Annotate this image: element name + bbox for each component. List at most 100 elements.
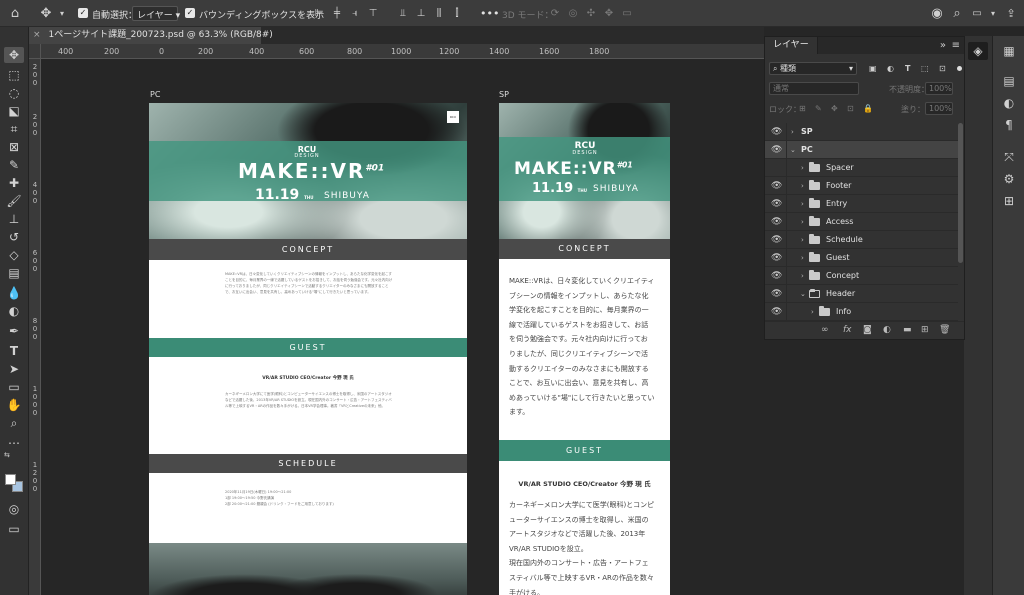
filter-toggle[interactable]: [957, 66, 962, 71]
chevron-right-icon[interactable]: ›: [801, 231, 804, 249]
lock-artboard-icon[interactable]: ⊡: [847, 104, 854, 113]
swatches-panel-icon[interactable]: ⊞: [999, 192, 1019, 210]
path-selection-tool-icon[interactable]: ➤: [4, 361, 24, 377]
new-layer-icon[interactable]: ⊞: [921, 325, 929, 335]
chevron-right-icon[interactable]: ›: [791, 123, 794, 141]
align-right-icon[interactable]: ⫣: [348, 0, 362, 27]
auto-select-target-dropdown[interactable]: レイヤー ▾: [132, 6, 180, 21]
visibility-eye-icon[interactable]: 👁: [771, 213, 782, 231]
adjustments-panel-icon[interactable]: ◐: [999, 94, 1019, 112]
trash-icon[interactable]: 🗑: [939, 325, 950, 335]
layer-row-sp[interactable]: 👁 › SP: [765, 123, 958, 141]
visibility-eye-icon[interactable]: 👁: [771, 195, 782, 213]
history-brush-tool-icon[interactable]: ↺: [4, 229, 24, 245]
chevron-down-icon[interactable]: ⌄: [790, 141, 796, 159]
lock-pixels-icon[interactable]: ✎: [815, 104, 822, 113]
foreground-color-swatch[interactable]: [5, 474, 16, 485]
fill-input[interactable]: 100%: [925, 102, 953, 115]
move-tool-icon[interactable]: ✥: [38, 0, 54, 27]
more-options-button[interactable]: •••: [480, 7, 499, 20]
libraries-panel-icon[interactable]: ▤: [999, 72, 1019, 90]
layer-filter-dropdown[interactable]: ⌕ 種類 ▾: [769, 62, 857, 75]
chevron-right-icon[interactable]: ›: [801, 195, 804, 213]
type-tool-icon[interactable]: T: [4, 343, 24, 359]
layer-row-access[interactable]: 👁 › Access: [765, 213, 958, 231]
visibility-eye-icon[interactable]: 👁: [771, 285, 782, 303]
tool-preset-chevron-icon[interactable]: ▾: [57, 0, 67, 27]
edit-toolbar-icon[interactable]: ⋯: [4, 435, 24, 451]
lock-transparency-icon[interactable]: ⊞: [799, 104, 806, 113]
layer-row-info[interactable]: 👁 › Info: [765, 303, 958, 321]
distribute-icon[interactable]: ⫼: [432, 0, 446, 27]
filter-shape-icon[interactable]: ⬚: [921, 64, 929, 73]
artboard-label-sp[interactable]: SP: [499, 90, 509, 99]
layer-row-pc[interactable]: 👁 ⌄ PC: [765, 141, 958, 159]
link-icon[interactable]: ∞: [821, 325, 829, 335]
share-icon[interactable]: ⇪: [1004, 0, 1018, 27]
horizontal-ruler[interactable]: 400 200 0 200 400 600 800 1000 1200 1400…: [41, 44, 764, 59]
healing-brush-tool-icon[interactable]: ✚: [4, 175, 24, 191]
align-hcenter-icon[interactable]: ╪: [330, 0, 344, 27]
ruler-origin[interactable]: [29, 44, 41, 59]
blend-mode-dropdown[interactable]: 通常: [769, 82, 859, 95]
frame-tool-icon[interactable]: ⊠: [4, 139, 24, 155]
canvas[interactable]: PC SP RCU DESIGN MAKE::VR#01 11.19 THU SH…: [41, 60, 764, 595]
zoom-tool-icon[interactable]: ⌕: [4, 415, 24, 431]
pen-tool-icon[interactable]: ✒: [4, 323, 24, 339]
screen-mode-icon[interactable]: ▭: [4, 521, 24, 537]
clone-stamp-tool-icon[interactable]: ⊥: [4, 211, 24, 227]
chevron-down-icon[interactable]: ⌄: [800, 285, 806, 303]
account-icon[interactable]: ◉: [930, 0, 944, 27]
eraser-tool-icon[interactable]: ◇: [4, 247, 24, 263]
adjustment-icon[interactable]: ◐: [883, 325, 891, 335]
layer-row-guest[interactable]: 👁 › Guest: [765, 249, 958, 267]
dodge-tool-icon[interactable]: ◐: [4, 303, 24, 319]
artboard-label-pc[interactable]: PC: [150, 90, 160, 99]
layer-row-entry[interactable]: 👁 › Entry: [765, 195, 958, 213]
filter-adjustment-icon[interactable]: ◐: [887, 64, 894, 73]
rectangle-tool-icon[interactable]: ▭: [4, 379, 24, 395]
marquee-tool-icon[interactable]: ⬚: [4, 67, 24, 83]
visibility-eye-icon[interactable]: 👁: [771, 123, 782, 141]
gradient-tool-icon[interactable]: ▤: [4, 265, 24, 281]
quick-mask-icon[interactable]: ◎: [4, 501, 24, 517]
opacity-input[interactable]: 100%: [925, 82, 953, 95]
object-select-tool-icon[interactable]: ⬕: [4, 103, 24, 119]
eyedropper-tool-icon[interactable]: ✎: [4, 157, 24, 173]
search-icon[interactable]: ⌕: [950, 0, 964, 27]
group-icon[interactable]: ▬: [903, 325, 912, 335]
history-panel-icon[interactable]: ⚙: [999, 170, 1019, 188]
visibility-eye-icon[interactable]: 👁: [771, 141, 782, 159]
lock-all-icon[interactable]: 🔒: [863, 104, 873, 113]
chevron-right-icon[interactable]: ›: [811, 303, 814, 321]
layer-row-footer[interactable]: 👁 › Footer: [765, 177, 958, 195]
lasso-tool-icon[interactable]: ◌: [4, 85, 24, 101]
visibility-eye-icon[interactable]: 👁: [771, 303, 782, 321]
filter-pixel-icon[interactable]: ▣: [869, 64, 877, 73]
workspace-chevron-icon[interactable]: ▾: [988, 0, 998, 27]
layers-tab[interactable]: レイヤー: [765, 37, 818, 54]
crop-tool-icon[interactable]: ⌗: [4, 121, 24, 137]
chevron-right-icon[interactable]: ›: [801, 213, 804, 231]
chevron-right-icon[interactable]: ›: [801, 159, 804, 177]
filter-type-icon[interactable]: T: [905, 64, 910, 73]
fx-icon[interactable]: fx: [843, 325, 852, 335]
layer-row-schedule[interactable]: 👁 › Schedule: [765, 231, 958, 249]
visibility-eye-icon[interactable]: 👁: [771, 267, 782, 285]
artboard-sp[interactable]: RCU DESIGN MAKE::VR#01 11.19 THU SHIBUYA …: [499, 103, 670, 595]
document-tab[interactable]: × 1ページサイト課題_200723.psd @ 63.3% (RGB/8#): [29, 27, 273, 44]
align-vcenter-icon[interactable]: ⫫: [396, 0, 410, 27]
blur-tool-icon[interactable]: 💧: [4, 285, 24, 301]
layer-row-concept[interactable]: 👁 › Concept: [765, 267, 958, 285]
layer-row-spacer[interactable]: 👁 › Spacer: [765, 159, 958, 177]
layers-scrollbar[interactable]: [958, 123, 963, 263]
visibility-eye-icon[interactable]: 👁: [771, 231, 782, 249]
chevron-right-icon[interactable]: ›: [801, 267, 804, 285]
chevron-right-icon[interactable]: ›: [801, 177, 804, 195]
bounding-box-checkbox[interactable]: ✓: [185, 8, 195, 18]
chevron-right-icon[interactable]: ›: [801, 249, 804, 267]
panel-menu-icon[interactable]: ≡: [952, 37, 960, 54]
vertical-ruler[interactable]: 2 0 0 2 0 0 4 0 0 6 0 0 8 0 0 1 0 0 0 1 …: [29, 59, 41, 595]
paragraph-panel-icon[interactable]: ¶: [999, 116, 1019, 134]
layer-row-header[interactable]: 👁 ⌄ Header: [765, 285, 958, 303]
